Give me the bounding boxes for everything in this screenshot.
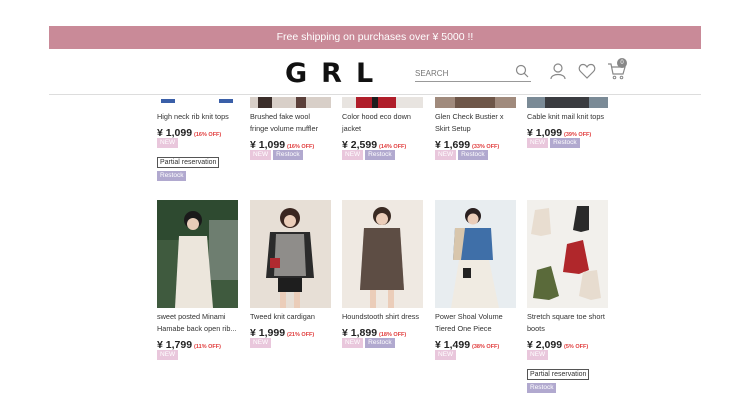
new-tag: NEW: [435, 150, 457, 160]
discount-label: (5% OFF): [564, 344, 589, 350]
restock-tag: Restock: [365, 338, 395, 348]
restock-tag: Restock: [527, 383, 557, 393]
partial-reservation-label: Partial reservation: [527, 369, 590, 380]
discount-label: (16% OFF): [194, 132, 222, 138]
new-tag: NEW: [157, 350, 179, 360]
new-tag: NEW: [157, 138, 179, 148]
product-image[interactable]: [250, 96, 331, 108]
shipping-banner-text: Free shipping on purchases over ¥ 5000 !…: [276, 31, 474, 43]
product-name[interactable]: Brushed fake wool fringe volume muffler: [250, 111, 340, 135]
cart-button[interactable]: 0: [607, 58, 627, 86]
discount-label: (38% OFF): [472, 344, 500, 350]
product-image[interactable]: [527, 200, 608, 308]
search-icon[interactable]: [515, 64, 529, 78]
product-name[interactable]: Tweed knit cardigan: [250, 311, 340, 323]
product-name[interactable]: Houndstooth shirt dress: [342, 311, 432, 323]
partial-reservation-label: Partial reservation: [157, 157, 220, 168]
new-tag: NEW: [527, 350, 549, 360]
restock-tag: Restock: [365, 150, 395, 160]
product-name[interactable]: High neck rib knit tops: [157, 111, 247, 123]
product-image[interactable]: [342, 96, 423, 108]
search-input[interactable]: [415, 65, 507, 82]
product-image[interactable]: [435, 96, 516, 108]
product-name[interactable]: Color hood eco down jacket: [342, 111, 432, 135]
product-image[interactable]: [250, 200, 331, 308]
product-name[interactable]: Stretch square toe short boots: [527, 311, 617, 335]
restock-tag: Restock: [458, 150, 488, 160]
new-tag: NEW: [527, 138, 549, 148]
new-tag: NEW: [342, 150, 364, 160]
shipping-banner: Free shipping on purchases over ¥ 5000 !…: [49, 26, 701, 49]
product-image[interactable]: [527, 96, 608, 108]
restock-tag: Restock: [273, 150, 303, 160]
cart-count-badge: 0: [617, 58, 627, 68]
discount-label: (21% OFF): [287, 332, 315, 338]
discount-label: (11% OFF): [194, 344, 221, 350]
new-tag: NEW: [435, 350, 457, 360]
logo[interactable]: GRL: [285, 58, 387, 89]
new-tag: NEW: [250, 150, 272, 160]
product-image[interactable]: [157, 96, 238, 106]
product-name[interactable]: sweet posted Minami Hamabe back open rib.…: [157, 311, 247, 335]
product-image[interactable]: [342, 200, 423, 308]
user-icon[interactable]: [549, 62, 567, 80]
new-tag: NEW: [342, 338, 364, 348]
product-image[interactable]: [157, 200, 238, 308]
restock-tag: Restock: [157, 171, 187, 181]
product-name[interactable]: Cable knit mail knit tops: [527, 111, 617, 123]
heart-icon[interactable]: [578, 62, 596, 80]
product-image[interactable]: [435, 200, 516, 308]
search-box: [415, 63, 531, 82]
product-name[interactable]: Power Shoal Volume Tiered One Piece: [435, 311, 525, 335]
new-tag: NEW: [250, 338, 272, 348]
restock-tag: Restock: [550, 138, 580, 148]
product-name[interactable]: Glen Check Bustier x Skirt Setup: [435, 111, 525, 135]
site-header: GRL 0: [49, 49, 701, 95]
